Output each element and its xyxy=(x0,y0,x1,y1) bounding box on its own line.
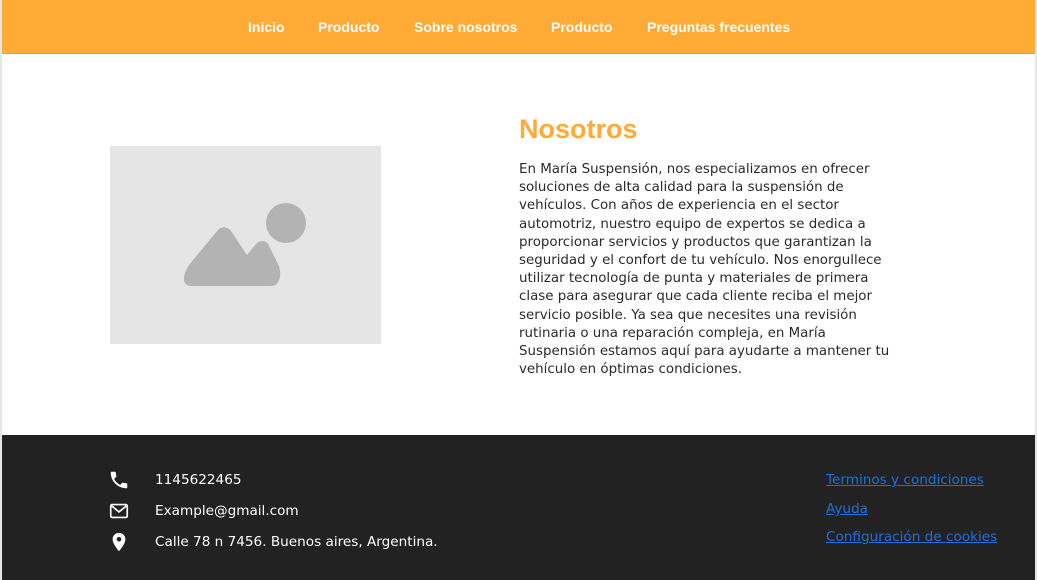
phone-icon xyxy=(108,469,130,491)
section-title: Nosotros xyxy=(519,114,638,144)
page: Inicio Producto Sobre nosotros Producto … xyxy=(0,0,1037,580)
footer: 1145622465 Example@gmail.com Calle 78 n … xyxy=(2,435,1035,580)
phone-number: 1145622465 xyxy=(155,472,242,488)
top-navbar: Inicio Producto Sobre nosotros Producto … xyxy=(2,0,1035,54)
terms-link[interactable]: Terminos y condiciones xyxy=(826,471,984,489)
street-address: Calle 78 n 7456. Buenos aires, Argentina… xyxy=(155,534,438,550)
email-address: Example@gmail.com xyxy=(155,503,299,519)
nav-item-producto[interactable]: Producto xyxy=(318,18,379,36)
nav-item-preguntas-frecuentes[interactable]: Preguntas frecuentes xyxy=(647,18,790,36)
cookie-settings-link[interactable]: Configuración de cookies xyxy=(826,528,997,546)
image-placeholder-icon xyxy=(184,203,306,286)
nav-item-inicio[interactable]: Inicio xyxy=(248,18,285,36)
nav-item-producto-2[interactable]: Producto xyxy=(551,18,612,36)
nav-item-sobre-nosotros[interactable]: Sobre nosotros xyxy=(414,18,517,36)
about-paragraph: En María Suspensión, nos especializamos … xyxy=(519,162,890,378)
mail-icon xyxy=(108,500,130,522)
location-pin-icon xyxy=(108,531,130,553)
help-link[interactable]: Ayuda xyxy=(826,500,868,518)
image-placeholder xyxy=(110,146,381,344)
